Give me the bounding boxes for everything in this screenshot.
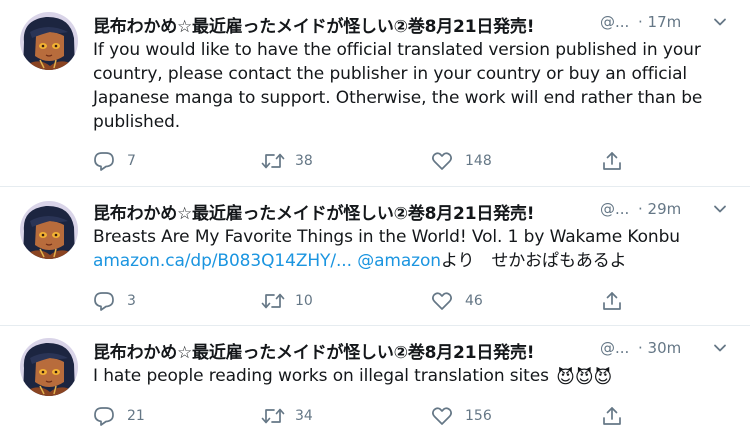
reply-count: 3: [127, 293, 136, 309]
share-upload-icon: [603, 407, 621, 425]
tweet-actions: 21 34 156: [93, 405, 653, 427]
share-upload-icon: [603, 152, 621, 170]
avatar-illustration: [20, 201, 78, 259]
speech-bubble-icon: [94, 292, 114, 311]
user-handle[interactable]: @...: [600, 200, 629, 218]
speech-bubble-icon: [94, 407, 114, 426]
chevron-down-icon[interactable]: [713, 201, 727, 215]
display-name[interactable]: 昆布わかめ☆最近雇ったメイドが怪しい②巻8月21日発売!: [93, 338, 534, 363]
like-count: 156: [465, 408, 492, 424]
avatar[interactable]: [20, 338, 78, 396]
chevron-down-icon[interactable]: [713, 14, 727, 28]
like-button[interactable]: 46: [431, 290, 521, 312]
retweet-button[interactable]: 10: [261, 290, 341, 312]
avatar[interactable]: [20, 201, 78, 259]
tweet-text-main: Breasts Are My Favorite Things in the Wo…: [93, 227, 680, 247]
avatar-illustration: [20, 12, 78, 70]
share-button[interactable]: [601, 405, 631, 427]
tweet-actions: 7 38 148: [93, 150, 653, 172]
reply-button[interactable]: 21: [93, 405, 153, 427]
avatar[interactable]: [20, 12, 78, 70]
reply-button[interactable]: 3: [93, 290, 153, 312]
tweet-header: 昆布わかめ☆最近雇ったメイドが怪しい②巻8月21日発売! @... · 29m: [93, 199, 733, 224]
mention-link[interactable]: @amazon: [357, 251, 441, 271]
tweet[interactable]: 昆布わかめ☆最近雇ったメイドが怪しい②巻8月21日発売! @... · 29m …: [0, 187, 750, 326]
chevron-down-icon[interactable]: [713, 340, 727, 354]
heart-outline-icon: [432, 292, 452, 310]
tweet-link[interactable]: amazon.ca/dp/B083Q14ZHY/...: [93, 251, 352, 271]
user-handle[interactable]: @...: [600, 13, 629, 31]
tweet-actions: 3 10 46: [93, 290, 653, 312]
tweet-header: 昆布わかめ☆最近雇ったメイドが怪しい②巻8月21日発売! @... · 30m: [93, 338, 733, 363]
tweet-text: If you would like to have the official t…: [93, 40, 703, 132]
tweet[interactable]: 昆布わかめ☆最近雇ったメイドが怪しい②巻8月21日発売! @... · 30m …: [0, 326, 750, 438]
like-button[interactable]: 148: [431, 150, 521, 172]
avatar-illustration: [20, 338, 78, 396]
retweet-arrows-icon: [261, 293, 285, 309]
timestamp[interactable]: · 30m: [638, 339, 681, 357]
retweet-button[interactable]: 34: [261, 405, 341, 427]
tweet-text-main: I hate people reading works on illegal t…: [93, 366, 549, 386]
display-name[interactable]: 昆布わかめ☆最近雇ったメイドが怪しい②巻8月21日発売!: [93, 199, 534, 224]
heart-outline-icon: [432, 152, 452, 170]
like-button[interactable]: 156: [431, 405, 521, 427]
devil-emoji: 😈😈😈: [556, 367, 613, 388]
retweet-count: 34: [295, 408, 313, 424]
speech-bubble-icon: [94, 152, 114, 171]
like-count: 148: [465, 153, 492, 169]
retweet-arrows-icon: [261, 153, 285, 169]
retweet-arrows-icon: [261, 408, 285, 424]
reply-count: 21: [127, 408, 145, 424]
display-name[interactable]: 昆布わかめ☆最近雇ったメイドが怪しい②巻8月21日発売!: [93, 12, 534, 37]
retweet-count: 10: [295, 293, 313, 309]
like-count: 46: [465, 293, 483, 309]
share-upload-icon: [603, 292, 621, 310]
retweet-count: 38: [295, 153, 313, 169]
retweet-button[interactable]: 38: [261, 150, 341, 172]
share-button[interactable]: [601, 150, 631, 172]
tweet-header: 昆布わかめ☆最近雇ったメイドが怪しい②巻8月21日発売! @... · 17m: [93, 12, 733, 37]
tweet-text: I hate people reading works on illegal t…: [93, 364, 733, 390]
tweet[interactable]: 昆布わかめ☆最近雇ったメイドが怪しい②巻8月21日発売! @... · 17m …: [0, 0, 750, 187]
timestamp[interactable]: · 29m: [638, 200, 681, 218]
share-button[interactable]: [601, 290, 631, 312]
reply-count: 7: [127, 153, 136, 169]
timestamp[interactable]: · 17m: [638, 13, 681, 31]
tweet-text: Breasts Are My Favorite Things in the Wo…: [93, 225, 733, 273]
reply-button[interactable]: 7: [93, 150, 153, 172]
tweet-text-suffix: より せかおぱもあるよ: [440, 251, 627, 271]
tweet-timeline: 昆布わかめ☆最近雇ったメイドが怪しい②巻8月21日発売! @... · 17m …: [0, 0, 750, 438]
heart-outline-icon: [432, 407, 452, 425]
user-handle[interactable]: @...: [600, 339, 629, 357]
